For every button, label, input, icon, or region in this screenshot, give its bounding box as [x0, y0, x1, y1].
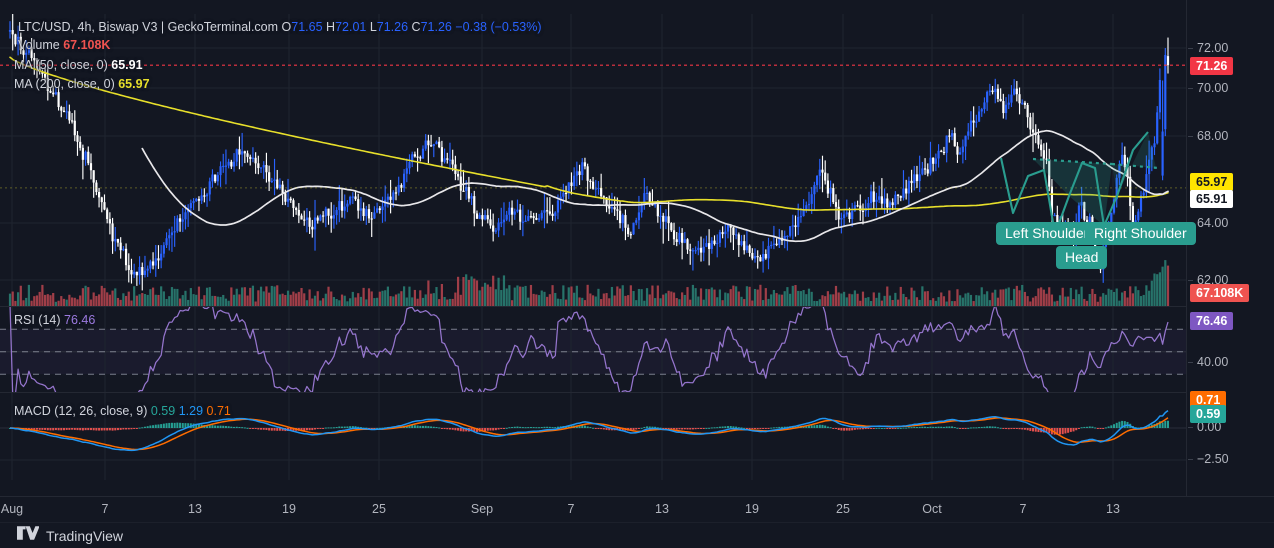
- ma200-label: MA (200, close, 0): [14, 77, 115, 91]
- symbol-title: LTC/USD, 4h, Biswap V3 | GeckoTerminal.c…: [18, 20, 279, 34]
- time-axis-label: Oct: [922, 502, 942, 516]
- rsi-value: 76.46: [64, 313, 96, 327]
- volume-value: 67.108K: [63, 38, 111, 52]
- price-axis-tick: 70.00: [1188, 81, 1228, 95]
- rsi-pane[interactable]: [0, 306, 1186, 392]
- pattern-label[interactable]: Left Shoulder: [996, 222, 1098, 245]
- price-axis-tick: 68.00: [1188, 129, 1228, 143]
- time-axis-label: 25: [372, 502, 386, 516]
- ohlc-o-value: 71.65: [291, 20, 323, 34]
- tradingview-logo-icon: [17, 526, 40, 545]
- tradingview-brand: TradingView: [46, 527, 124, 544]
- ohlc-l-value: 71.26: [376, 20, 409, 34]
- macd-axis-badge[interactable]: 0.59: [1190, 405, 1227, 423]
- time-axis-label: 25: [836, 502, 850, 516]
- price-axis-tick: 64.00: [1188, 216, 1228, 230]
- price-axis-badge[interactable]: 65.91: [1190, 190, 1234, 208]
- time-axis-label: 19: [282, 502, 296, 516]
- pattern-label[interactable]: Right Shoulder: [1085, 222, 1196, 245]
- time-axis-label: 19: [745, 502, 759, 516]
- time-axis-label: 7: [101, 502, 109, 516]
- ma200-value: 65.97: [118, 77, 150, 91]
- time-axis-label: Aug: [0, 502, 24, 516]
- rsi-axis-badge[interactable]: 76.46: [1190, 312, 1234, 330]
- volume-label: Volume: [18, 38, 60, 52]
- price-axis-badge[interactable]: 71.26: [1190, 57, 1234, 75]
- price-axis-badge[interactable]: 67.108K: [1190, 284, 1250, 302]
- pattern-label[interactable]: Head: [1056, 246, 1108, 269]
- footer-bar: TradingView: [0, 522, 1274, 548]
- rsi-axis-tick: 40.00: [1188, 355, 1228, 369]
- time-axis-label: 13: [1106, 502, 1120, 516]
- time-axis-label: 7: [1019, 502, 1027, 516]
- price-axis-tick: 72.00: [1188, 41, 1228, 55]
- macd-legend: MACD (12, 26, close, 9) 0.59 1.29 0.71: [14, 404, 231, 418]
- macd-line-value: 1.29: [178, 404, 204, 418]
- macd-axis-tick: −2.50: [1188, 452, 1229, 466]
- ohlc-l-label: L: [369, 20, 377, 34]
- time-axis-label: Sep: [470, 502, 494, 516]
- ma50-legend: MA (50, close, 0) 65.91: [14, 58, 143, 72]
- price-series-svg: [0, 14, 1186, 306]
- ma200-legend: MA (200, close, 0) 65.97: [14, 77, 150, 91]
- rsi-series-svg: [0, 307, 1186, 392]
- rsi-label: RSI (14): [14, 313, 61, 327]
- macd-signal-value: 0.71: [206, 404, 231, 418]
- time-axis-label: 13: [655, 502, 669, 516]
- time-axis[interactable]: Aug 7 13 19 25 Sep 7 13 19 25 Oct 7 13: [0, 496, 1274, 522]
- rsi-legend: RSI (14) 76.46: [14, 313, 95, 327]
- price-scale[interactable]: 72.00 70.00 68.00 64.00 62.00 71.26 65.97 65.91…: [1186, 0, 1274, 496]
- rsi-plot[interactable]: [0, 307, 1186, 392]
- price-plot[interactable]: [0, 14, 1186, 306]
- ma50-label: MA (50, close, 0): [14, 58, 108, 72]
- volume-legend: Volume 67.108K: [18, 38, 110, 52]
- price-change: −0.38 (−0.53%): [455, 20, 542, 34]
- macd-hist-value: 0.59: [150, 404, 176, 418]
- ohlc-h-value: 72.01: [335, 20, 367, 34]
- time-axis-label: 13: [188, 502, 202, 516]
- macd-label: MACD (12, 26, close, 9): [14, 404, 148, 418]
- price-axis-badge[interactable]: 65.97: [1190, 173, 1234, 191]
- ohlc-o-label: O: [281, 20, 292, 34]
- chart-screenshot: LTC/USD, 4h, Biswap V3 | GeckoTerminal.c…: [0, 0, 1274, 548]
- price-pane[interactable]: [0, 14, 1186, 306]
- ohlc-c-label: C: [411, 20, 421, 34]
- ohlc-c-value: 71.26: [420, 20, 452, 34]
- symbol-legend: LTC/USD, 4h, Biswap V3 | GeckoTerminal.c…: [18, 20, 542, 34]
- ohlc-h-label: H: [326, 20, 336, 34]
- ma50-value: 65.91: [111, 58, 143, 72]
- time-axis-label: 7: [567, 502, 575, 516]
